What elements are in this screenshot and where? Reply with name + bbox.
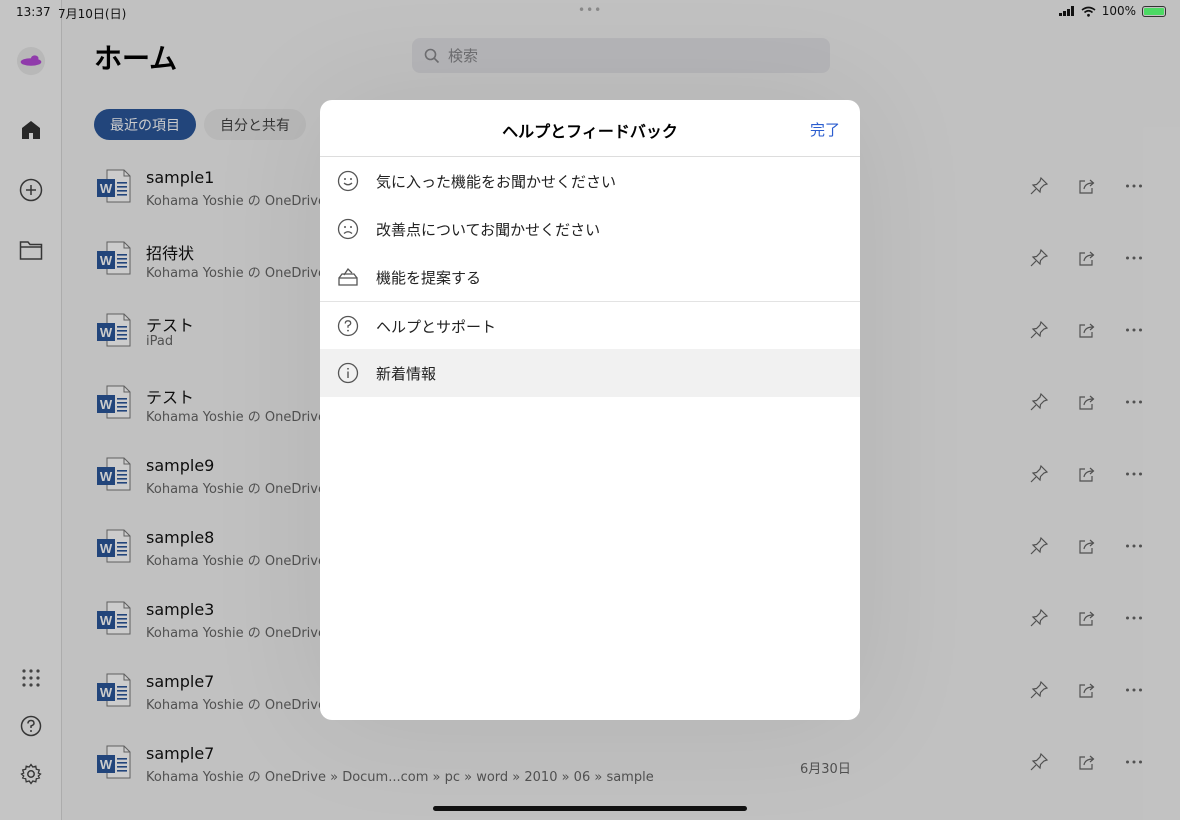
modal-title: ヘルプとフィードバック [502, 122, 678, 141]
battery-percent: 100% [1101, 4, 1136, 18]
menu-item-suggest-feature[interactable]: 機能を提案する [320, 253, 860, 301]
menu-item-improve-feedback[interactable]: 改善点についてお聞かせください [320, 205, 860, 253]
multitask-dots-icon[interactable]: ••• [578, 3, 602, 17]
suggestion-box-icon [338, 267, 358, 286]
menu-item-label: 気に入った機能をお聞かせください [376, 173, 617, 191]
status-bar: 13:37 7月10日(日) ••• 100% [0, 0, 1180, 24]
help-feedback-modal: ヘルプとフィードバック 完了 気に入った機能をお聞かせください 改善点についてお… [320, 100, 860, 720]
menu-item-label: 機能を提案する [376, 269, 482, 287]
battery-icon [1142, 5, 1166, 17]
menu-item-whats-new[interactable]: 新着情報 [320, 349, 860, 397]
question-circle-icon [337, 315, 359, 337]
menu-item-label: 新着情報 [376, 365, 437, 383]
menu-item-label: ヘルプとサポート [376, 318, 497, 336]
info-circle-icon [337, 362, 359, 384]
modal-header: ヘルプとフィードバック 完了 [320, 100, 860, 157]
wifi-icon [1081, 6, 1096, 17]
status-date: 7月10日(日) [58, 7, 127, 21]
menu-item-like-feedback[interactable]: 気に入った機能をお聞かせください [320, 157, 860, 205]
menu-item-label: 改善点についてお聞かせください [376, 221, 601, 239]
status-time: 13:37 [16, 5, 51, 19]
frown-icon [337, 218, 359, 240]
home-indicator[interactable] [433, 806, 747, 811]
done-button[interactable]: 完了 [810, 119, 840, 140]
menu-item-help-support[interactable]: ヘルプとサポート [320, 301, 860, 349]
cellular-signal-icon [1058, 6, 1074, 16]
smile-icon [337, 170, 359, 192]
